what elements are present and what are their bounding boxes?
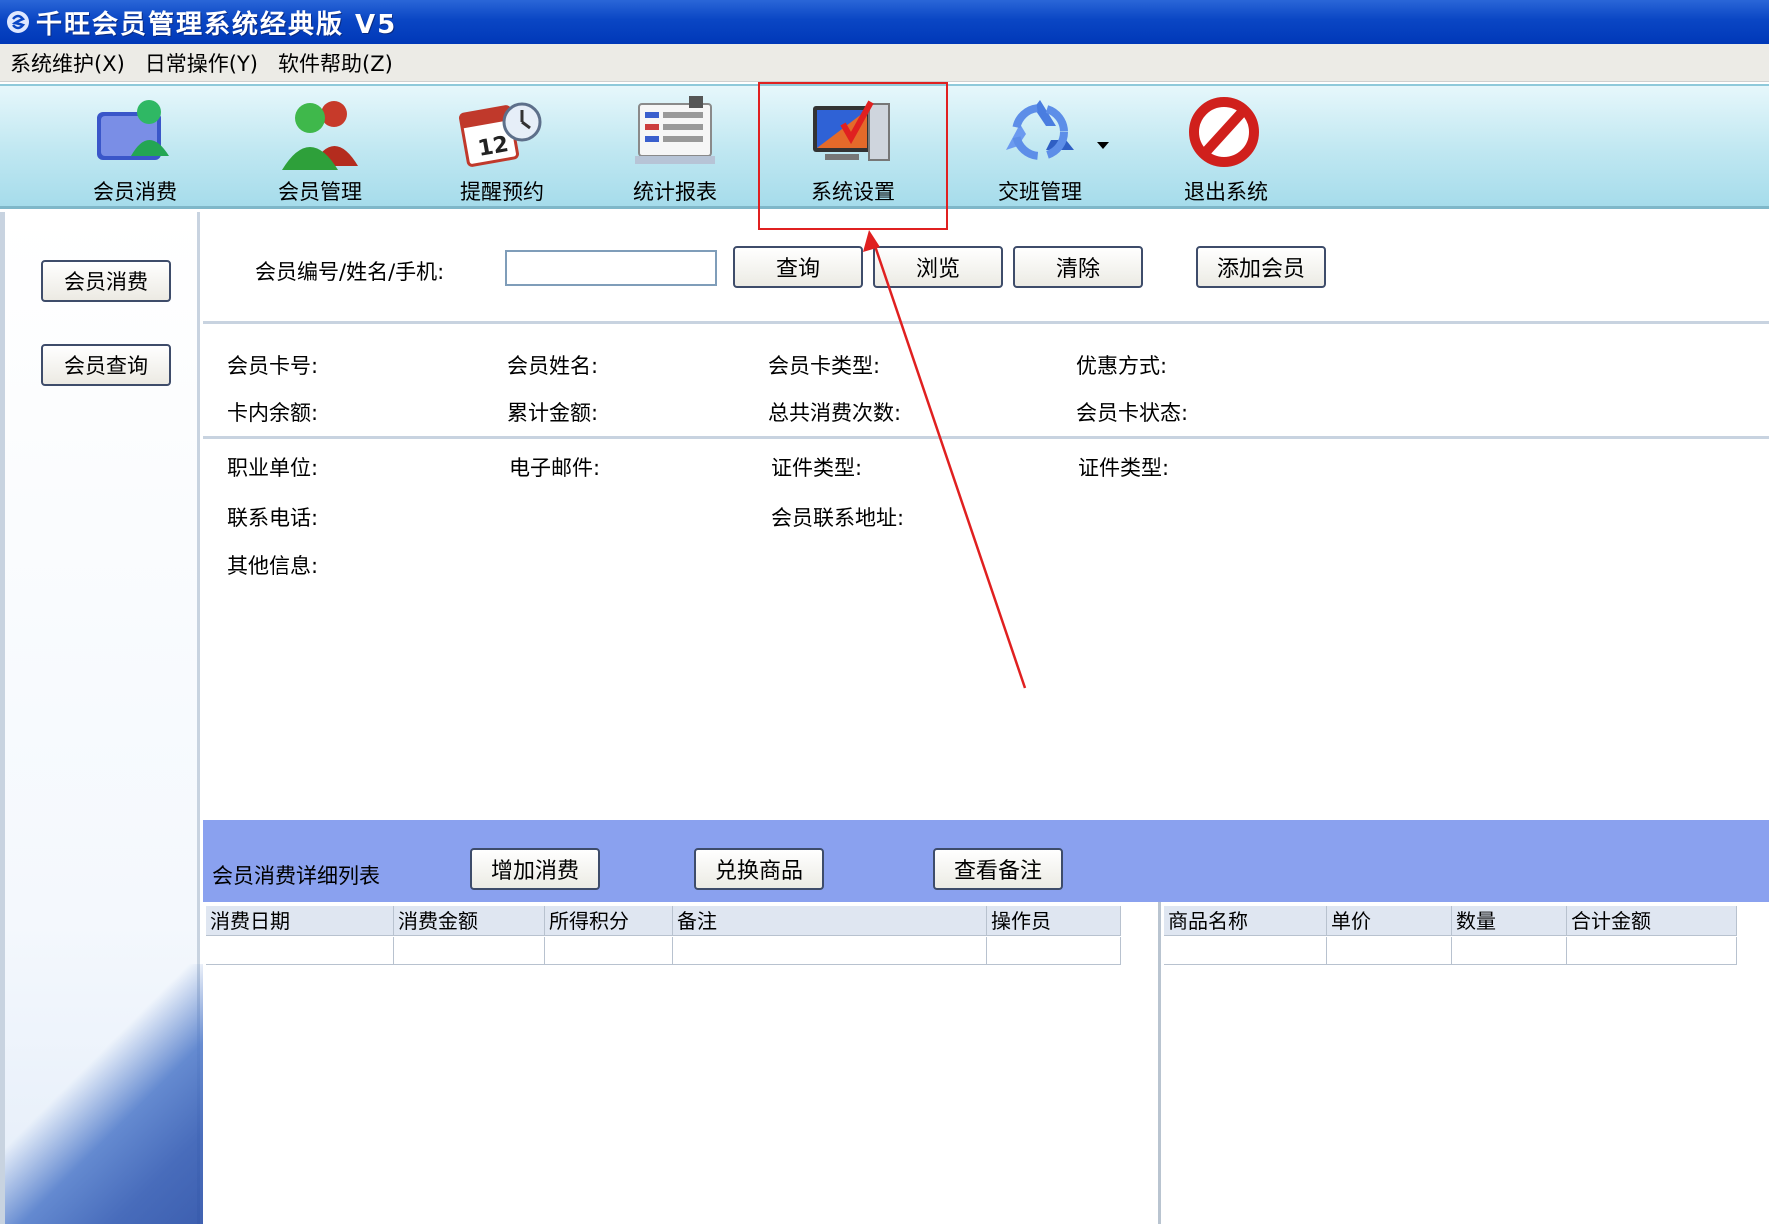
detail-title: 会员消费详细列表	[212, 864, 380, 888]
table-cell[interactable]	[987, 937, 1121, 965]
employer-label: 职业单位:	[227, 456, 319, 480]
goods-table[interactable]: 商品名称 单价 数量 合计金额	[1164, 902, 1769, 1224]
member-consume-icon	[97, 100, 169, 160]
consume-table-header: 消费日期 消费金额 所得积分 备注 操作员	[206, 906, 1121, 936]
menu-help[interactable]: 软件帮助(Z)	[278, 48, 393, 78]
title-bar: 千旺会员管理系统经典版 V5	[0, 0, 1769, 44]
window-title: 千旺会员管理系统经典版 V5	[36, 9, 398, 40]
consume-count-label: 总共消费次数:	[768, 401, 902, 425]
view-note-button[interactable]: 查看备注	[933, 848, 1063, 890]
goods-table-header: 商品名称 单价 数量 合计金额	[1164, 906, 1737, 936]
table-cell[interactable]	[1164, 937, 1327, 965]
toolbar-label: 统计报表	[633, 180, 717, 204]
column-header[interactable]: 数量	[1452, 906, 1567, 936]
table-cell[interactable]	[1452, 937, 1567, 965]
table-row[interactable]	[206, 937, 1121, 965]
table-cell[interactable]	[1567, 937, 1737, 965]
toolbar-label: 提醒预约	[460, 180, 544, 204]
id-type-label: 证件类型:	[771, 456, 863, 480]
no-entry-icon	[1189, 97, 1259, 167]
column-header[interactable]: 操作员	[987, 906, 1121, 936]
toolbar-label: 交班管理	[998, 180, 1082, 204]
phone-label: 联系电话:	[227, 506, 319, 530]
consume-table[interactable]: 消费日期 消费金额 所得积分 备注 操作员	[203, 902, 1161, 1224]
redeem-goods-button[interactable]: 兑换商品	[694, 848, 824, 890]
add-member-button[interactable]: 添加会员	[1196, 246, 1326, 288]
table-cell[interactable]	[394, 937, 545, 965]
highlight-box	[758, 82, 948, 230]
member-detail: 职业单位: 电子邮件: 证件类型: 证件类型: 联系电话: 会员联系地址: 其他…	[203, 442, 1769, 802]
column-header[interactable]: 消费日期	[206, 906, 394, 936]
toolbar-label: 会员管理	[278, 180, 362, 204]
menu-daily-operation[interactable]: 日常操作(Y)	[145, 48, 258, 78]
toolbar-exit-button[interactable]: 退出系统	[1166, 90, 1286, 204]
column-header[interactable]: 单价	[1327, 906, 1452, 936]
table-cell[interactable]	[673, 937, 987, 965]
search-row: 会员编号/姓名/手机: 查询 浏览 清除 添加会员	[203, 212, 1769, 324]
card-status-label: 会员卡状态:	[1076, 401, 1189, 425]
main-panel: 会员编号/姓名/手机: 查询 浏览 清除 添加会员 会员卡号: 会员姓名: 会员…	[203, 212, 1769, 1224]
balance-label: 卡内余额:	[227, 401, 319, 425]
column-header[interactable]: 商品名称	[1164, 906, 1327, 936]
other-info-label: 其他信息:	[227, 554, 319, 578]
total-amount-label: 累计金额:	[507, 401, 599, 425]
toolbar-shift-button[interactable]: 交班管理	[980, 90, 1100, 204]
consume-detail-bar: 会员消费详细列表 增加消费 兑换商品 查看备注	[203, 820, 1769, 902]
toolbar-member-consume-button[interactable]: 会员消费	[75, 90, 195, 204]
left-panel: 会员消费 会员查询	[0, 212, 205, 1224]
column-header[interactable]: 消费金额	[394, 906, 545, 936]
toolbar-reminder-button[interactable]: 12 提醒预约	[442, 90, 562, 204]
email-label: 电子邮件:	[509, 456, 601, 480]
sidebar-member-consume-button[interactable]: 会员消费	[41, 260, 171, 302]
card-type-label: 会员卡类型:	[768, 354, 881, 378]
member-name-label: 会员姓名:	[507, 354, 599, 378]
toolbar-report-button[interactable]: 统计报表	[615, 90, 735, 204]
chevron-down-icon[interactable]	[1097, 142, 1109, 149]
svg-text:12: 12	[476, 132, 511, 162]
calendar-clock-icon: 12	[458, 102, 542, 167]
table-cell[interactable]	[206, 937, 394, 965]
menu-system-maintenance[interactable]: 系统维护(X)	[10, 48, 125, 78]
add-consume-button[interactable]: 增加消费	[470, 848, 600, 890]
sidebar-decoration	[5, 964, 205, 1224]
clear-button[interactable]: 清除	[1013, 246, 1143, 288]
sidebar-member-query-button[interactable]: 会员查询	[41, 344, 171, 386]
recycle-icon	[1006, 100, 1074, 160]
search-label: 会员编号/姓名/手机:	[255, 260, 445, 284]
app-logo-icon	[7, 11, 29, 33]
table-cell[interactable]	[1327, 937, 1452, 965]
discount-label: 优惠方式:	[1076, 354, 1168, 378]
query-button[interactable]: 查询	[733, 246, 863, 288]
address-label: 会员联系地址:	[771, 506, 905, 530]
member-summary: 会员卡号: 会员姓名: 会员卡类型: 优惠方式: 卡内余额: 累计金额: 总共消…	[203, 327, 1769, 439]
toolbar-label: 退出系统	[1184, 180, 1268, 204]
browse-button[interactable]: 浏览	[873, 246, 1003, 288]
toolbar-label: 会员消费	[93, 180, 177, 204]
column-header[interactable]: 备注	[673, 906, 987, 936]
id-type-label-2: 证件类型:	[1078, 456, 1170, 480]
report-icon	[635, 96, 715, 164]
card-no-label: 会员卡号:	[227, 354, 319, 378]
toolbar-member-manage-button[interactable]: 会员管理	[260, 90, 380, 204]
column-header[interactable]: 合计金额	[1567, 906, 1737, 936]
search-input[interactable]	[505, 250, 717, 286]
menu-bar: 系统维护(X) 日常操作(Y) 软件帮助(Z)	[0, 44, 1769, 82]
member-manage-icon	[282, 101, 358, 170]
table-cell[interactable]	[545, 937, 673, 965]
table-row[interactable]	[1164, 937, 1737, 965]
column-header[interactable]: 所得积分	[545, 906, 673, 936]
